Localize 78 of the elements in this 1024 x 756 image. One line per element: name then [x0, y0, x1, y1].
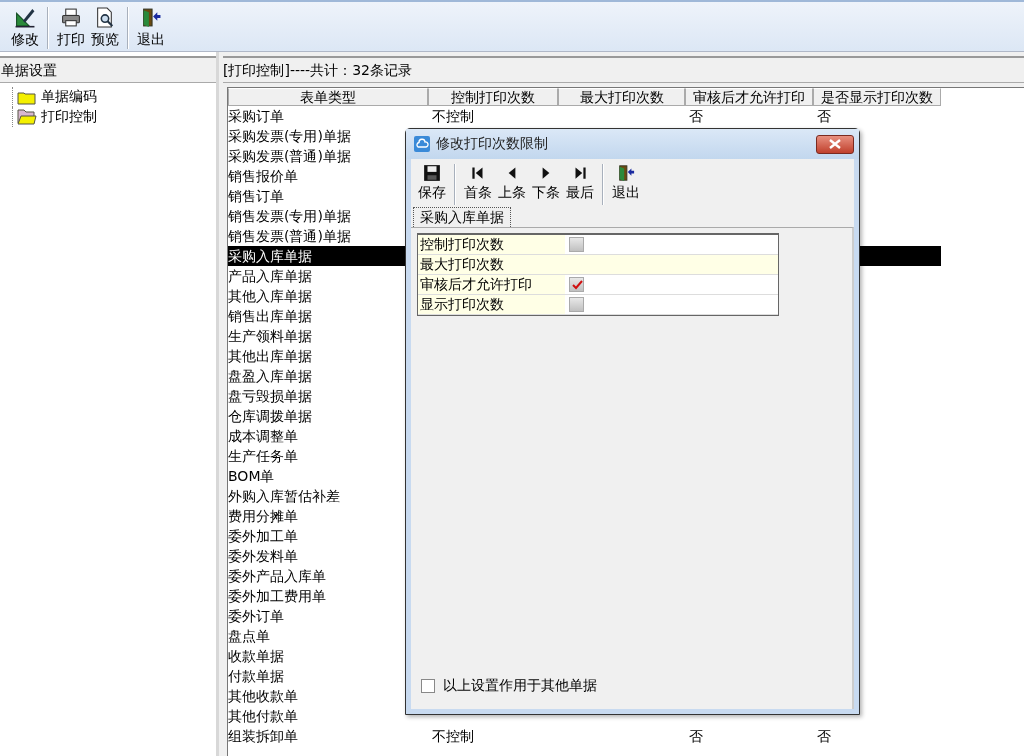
toolbar-button[interactable]: 修改 — [8, 5, 42, 51]
table-cell: 其他付款单 — [228, 708, 298, 724]
table-cell: 不控制 — [432, 728, 474, 744]
table-cell: 委外加工费用单 — [228, 588, 326, 604]
cloud-icon — [414, 136, 430, 152]
table-cell: 产品入库单据 — [228, 268, 312, 284]
table-cell: 采购发票(专用)单据 — [228, 128, 351, 144]
table-cell: 盘亏毁损单据 — [228, 388, 312, 404]
column-header[interactable]: 表单类型 — [228, 88, 428, 106]
table-cell: 销售发票(普通)单据 — [228, 228, 351, 244]
table-cell: 仓库调拨单据 — [228, 408, 312, 424]
table-cell: BOM单 — [228, 468, 275, 484]
input-field[interactable] — [565, 255, 778, 274]
field-label: 最大打印次数 — [418, 255, 565, 274]
save-icon — [423, 164, 441, 182]
close-icon — [829, 139, 841, 149]
table-cell: 销售出库单据 — [228, 308, 312, 324]
table-cell: 销售订单 — [228, 188, 284, 204]
table-cell: 生产任务单 — [228, 448, 298, 464]
ruler-pencil-icon — [14, 7, 36, 28]
checkbox-label: 以上设置作用于其他单据 — [443, 677, 597, 695]
table-cell: 收款单据 — [228, 648, 284, 664]
panel-title: 单据设置 — [0, 56, 216, 83]
table-cell: 其他出库单据 — [228, 348, 312, 364]
table-cell: 付款单据 — [228, 668, 284, 684]
table-cell: 否 — [689, 108, 703, 124]
table-cell: 委外订单 — [228, 608, 284, 624]
checkbox[interactable] — [569, 297, 584, 312]
table-cell: 采购发票(普通)单据 — [228, 148, 351, 164]
tab[interactable]: 采购入库单据 — [413, 207, 511, 227]
tree-item[interactable]: 单据编码 — [12, 87, 216, 107]
field-label: 显示打印次数 — [418, 295, 565, 314]
table-cell: 委外产品入库单 — [228, 568, 326, 584]
table-cell: 盘点单 — [228, 628, 270, 644]
table-cell: 否 — [689, 728, 703, 744]
table-cell: 采购入库单据 — [228, 248, 312, 264]
tree-item[interactable]: 打印控制 — [12, 107, 216, 127]
toolbar-button[interactable]: 退出 — [609, 162, 643, 207]
checkbox[interactable] — [421, 679, 435, 693]
table-cell: 生产领料单据 — [228, 328, 312, 344]
table-cell: 成本调整单 — [228, 428, 298, 444]
table-cell: 费用分摊单 — [228, 508, 298, 524]
toolbar-button[interactable]: 最后 — [563, 162, 597, 207]
table-cell: 否 — [817, 108, 831, 124]
field-label: 控制打印次数 — [418, 235, 565, 254]
table-cell: 其他收款单 — [228, 688, 298, 704]
door-exit-icon — [140, 7, 162, 28]
column-header[interactable]: 是否显示打印次数 — [813, 88, 941, 106]
printer-icon — [60, 7, 82, 28]
panel-title: [打印控制]----共计：32条记录 — [223, 56, 1024, 83]
toolbar-button[interactable]: 首条 — [461, 162, 495, 207]
toolbar-button[interactable]: 打印 — [54, 5, 88, 51]
toolbar-button[interactable]: 保存 — [415, 162, 449, 207]
toolbar-button[interactable]: 退出 — [134, 5, 168, 51]
checkbox[interactable] — [569, 277, 584, 292]
checkbox[interactable] — [569, 237, 584, 252]
table-cell: 盘盈入库单据 — [228, 368, 312, 384]
document-magnifier-icon — [94, 7, 116, 28]
table-cell: 委外发料单 — [228, 548, 298, 564]
table-cell: 外购入库暂估补差 — [228, 488, 340, 504]
table-cell: 其他入库单据 — [228, 288, 312, 304]
dialog-title: 修改打印次数限制 — [436, 135, 549, 153]
table-cell: 采购订单 — [228, 108, 284, 124]
toolbar-button[interactable]: 下条 — [529, 162, 563, 207]
table-cell: 委外加工单 — [228, 528, 298, 544]
close-button[interactable] — [816, 134, 854, 154]
table-cell: 不控制 — [432, 108, 474, 124]
table-cell: 销售发票(专用)单据 — [228, 208, 351, 224]
column-header[interactable]: 最大打印次数 — [558, 88, 685, 106]
table-cell: 组装拆卸单 — [228, 728, 298, 744]
table-cell: 销售报价单 — [228, 168, 298, 184]
table-cell: 否 — [817, 728, 831, 744]
column-header[interactable]: 控制打印次数 — [428, 88, 558, 106]
door-exit-icon — [617, 164, 635, 182]
toolbar-button[interactable]: 上条 — [495, 162, 529, 207]
field-label: 审核后才允许打印 — [418, 275, 565, 294]
toolbar-button[interactable]: 预览 — [88, 5, 122, 51]
column-header[interactable]: 审核后才允许打印 — [685, 88, 813, 106]
